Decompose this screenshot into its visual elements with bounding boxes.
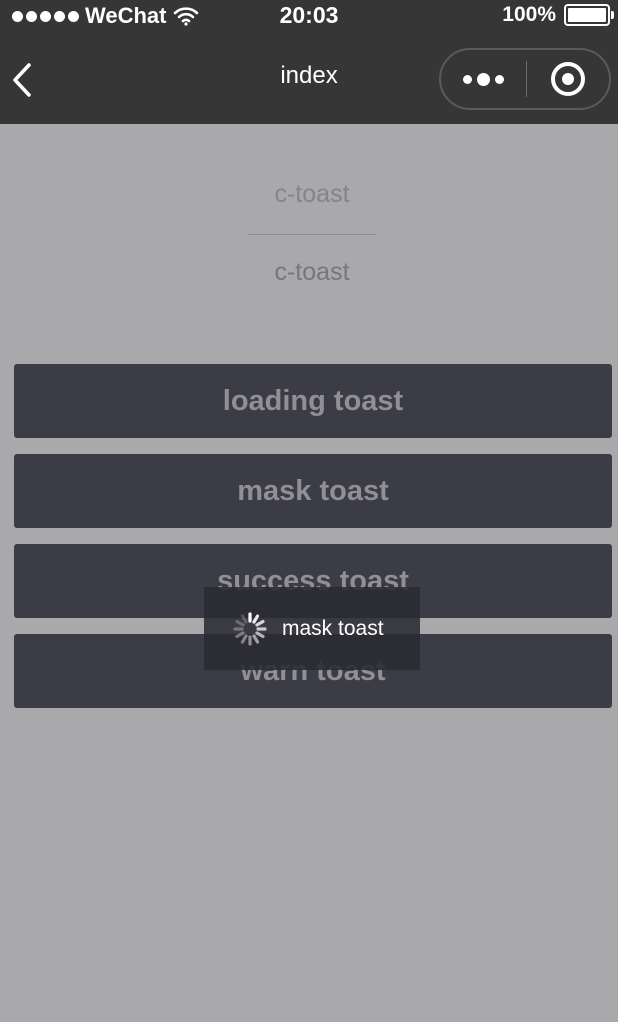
battery-icon (564, 4, 614, 26)
battery-percent: 100% (502, 3, 556, 26)
mask-toast-button[interactable]: mask toast (14, 454, 612, 528)
toast: mask toast (204, 587, 420, 670)
component-title: c-toast (274, 180, 350, 208)
status-right: 100% (502, 3, 614, 27)
spinner-icon (233, 611, 267, 646)
close-miniprogram-button[interactable] (527, 50, 609, 108)
target-icon (551, 62, 585, 96)
component-subtitle: c-toast (274, 258, 350, 286)
status-bar: WeChat 20:03 100% (0, 0, 618, 34)
nav-bar: index (0, 34, 618, 124)
component-divider (248, 234, 376, 235)
loading-toast-button[interactable]: loading toast (14, 364, 612, 438)
toast-text: mask toast (282, 616, 384, 640)
more-icon[interactable] (441, 50, 526, 108)
capsule-menu (439, 48, 611, 110)
